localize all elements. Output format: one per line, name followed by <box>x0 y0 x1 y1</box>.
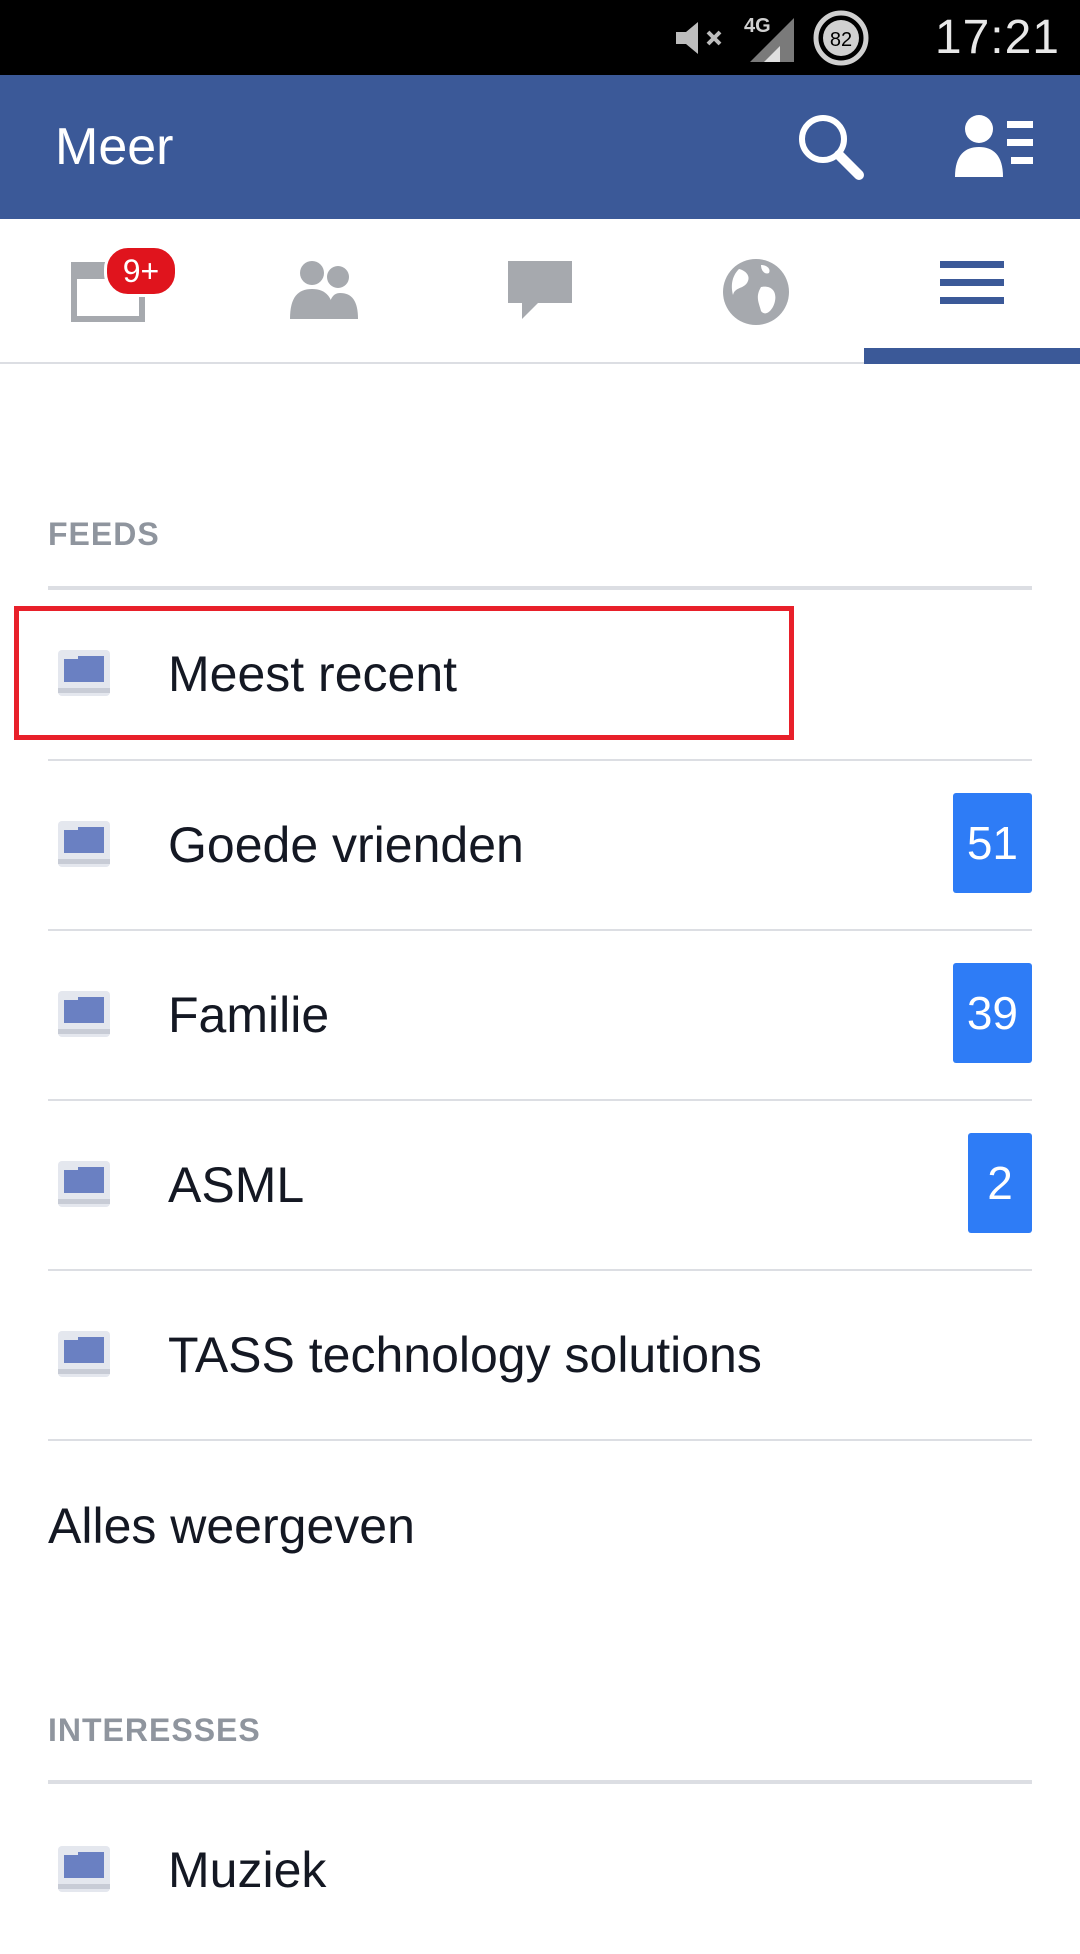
signal-icon: 4G <box>744 0 800 75</box>
interest-item-muziek[interactable]: Muziek <box>0 1786 1080 1954</box>
feed-icon <box>58 1846 110 1892</box>
friends-icon <box>290 261 358 319</box>
feed-item-goede-vrienden[interactable]: Goede vrienden 51 <box>0 761 1080 929</box>
show-all-feeds-link[interactable]: Alles weergeven <box>48 1441 415 1611</box>
tab-news-feed[interactable]: 9+ <box>0 219 216 362</box>
tab-messages[interactable] <box>432 219 648 362</box>
feed-item-familie[interactable]: Familie 39 <box>0 931 1080 1099</box>
tab-more[interactable] <box>864 219 1080 362</box>
section-header-interests: INTERESSES <box>48 1712 261 1748</box>
feed-icon <box>58 991 110 1037</box>
feed-item-label: Familie <box>168 987 330 1043</box>
status-time: 17:21 <box>934 11 1060 64</box>
app-bar: Meer <box>0 75 1080 219</box>
mute-icon <box>674 0 730 75</box>
count-badge: 39 <box>952 963 1032 1063</box>
menu-icon <box>940 261 1004 304</box>
globe-icon <box>723 259 789 325</box>
count-badge: 2 <box>968 1133 1032 1233</box>
feed-item-label: ASML <box>168 1157 305 1213</box>
feed-item-asml[interactable]: ASML 2 <box>0 1101 1080 1269</box>
status-bar: 4G 82 17:21 <box>0 0 1080 75</box>
tab-notifications[interactable] <box>648 219 864 362</box>
battery-icon: 82 <box>812 0 870 75</box>
battery-level: 82 <box>830 29 852 51</box>
active-tab-indicator <box>864 348 1080 364</box>
tab-bar: 9+ <box>0 219 1080 364</box>
feed-icon <box>58 1331 110 1377</box>
network-label: 4G <box>744 15 771 37</box>
feed-icon <box>58 821 110 867</box>
feed-icon <box>58 650 110 696</box>
feed-icon <box>58 1161 110 1207</box>
interest-item-label: Muziek <box>168 1842 327 1898</box>
search-icon[interactable] <box>795 111 867 183</box>
count-badge: 51 <box>952 793 1032 893</box>
feed-item-label: Goede vrienden <box>168 817 524 873</box>
divider <box>48 1780 1032 1784</box>
chat-bubble-icon <box>508 261 572 319</box>
page-title: Meer <box>55 118 174 176</box>
friend-requests-icon[interactable] <box>955 111 1033 183</box>
feed-item-tass[interactable]: TASS technology solutions <box>0 1271 1080 1439</box>
feed-item-label: TASS technology solutions <box>168 1327 762 1383</box>
notification-badge: 9+ <box>104 245 178 297</box>
feed-item-label: Meest recent <box>168 646 458 702</box>
section-header-feeds: FEEDS <box>48 516 160 552</box>
tab-friends[interactable] <box>216 219 432 362</box>
feed-item-meest-recent[interactable]: Meest recent <box>0 590 1080 758</box>
